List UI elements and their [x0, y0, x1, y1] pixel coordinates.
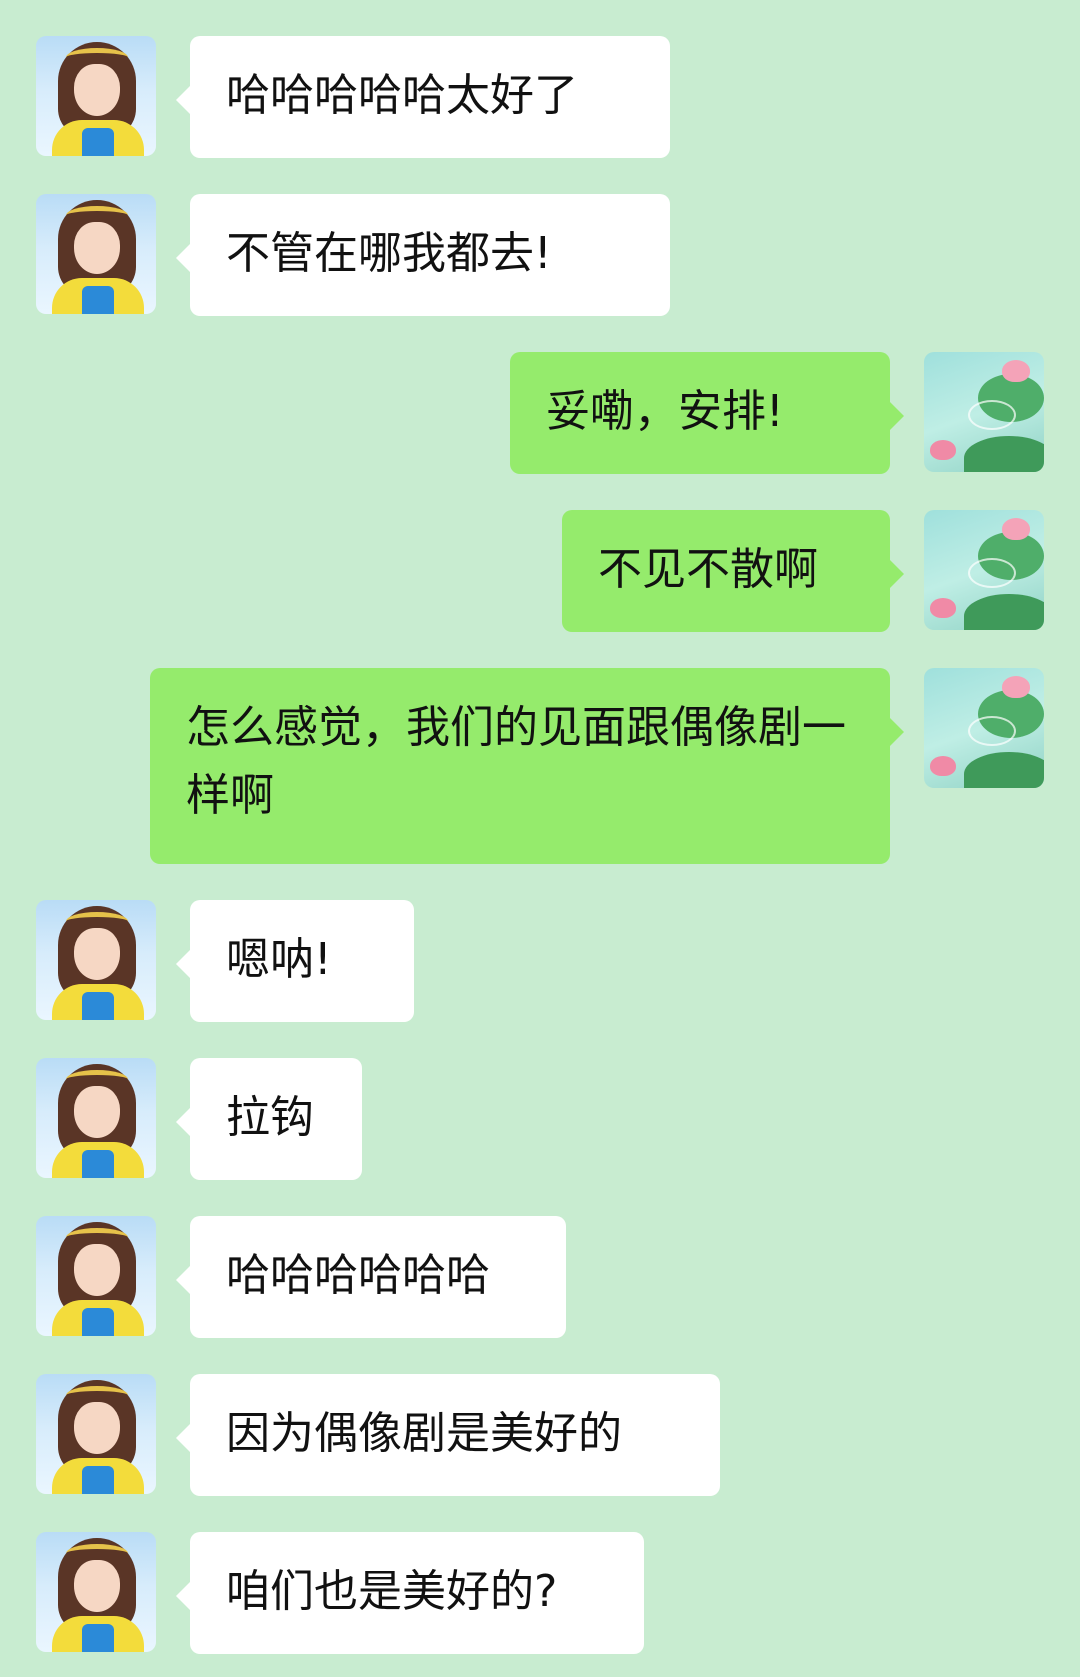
message-bubble[interactable]: 咱们也是美好的?	[176, 1532, 644, 1654]
chat-message-list[interactable]: 哈哈哈哈哈太好了 不管在哪我都去! 妥嘞，安排! 不见不散啊 怎么感觉，我们的见…	[0, 0, 1080, 1677]
self-avatar[interactable]	[924, 352, 1044, 472]
contact-avatar[interactable]	[36, 900, 156, 1020]
message-bubble[interactable]: 哈哈哈哈哈太好了	[176, 36, 670, 158]
message-bubble[interactable]: 因为偶像剧是美好的	[176, 1374, 720, 1496]
message-bubble[interactable]: 妥嘞，安排!	[510, 352, 904, 474]
self-avatar[interactable]	[924, 510, 1044, 630]
contact-avatar[interactable]	[36, 194, 156, 314]
self-avatar[interactable]	[924, 668, 1044, 788]
contact-avatar[interactable]	[36, 1532, 156, 1652]
message-bubble[interactable]: 不管在哪我都去!	[176, 194, 670, 316]
message-bubble[interactable]: 哈哈哈哈哈哈	[176, 1216, 566, 1338]
message-bubble[interactable]: 嗯呐!	[176, 900, 414, 1022]
contact-avatar[interactable]	[36, 36, 156, 156]
message-bubble[interactable]: 不见不散啊	[562, 510, 904, 632]
contact-avatar[interactable]	[36, 1216, 156, 1336]
contact-avatar[interactable]	[36, 1374, 156, 1494]
message-bubble[interactable]: 怎么感觉，我们的见面跟偶像剧一样啊	[150, 668, 904, 864]
contact-avatar[interactable]	[36, 1058, 156, 1178]
message-bubble[interactable]: 拉钩	[176, 1058, 362, 1180]
